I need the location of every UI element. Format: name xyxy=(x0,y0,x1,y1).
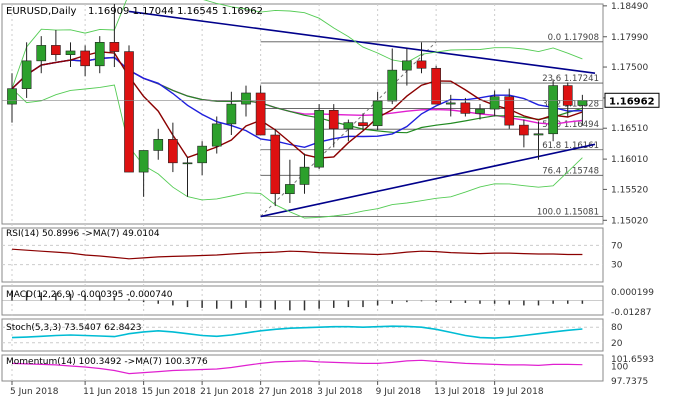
rsi-line xyxy=(11,248,583,260)
price-axis-label: 1.18490 xyxy=(611,2,648,12)
candle-body xyxy=(241,92,251,105)
price-axis-label: 1.15520 xyxy=(611,185,648,195)
fib-level-label: 0.0 1.17908 xyxy=(548,33,599,43)
candle-body xyxy=(548,85,558,135)
candle-body xyxy=(168,139,178,164)
indicator-axis-label: 70 xyxy=(611,241,623,251)
candle-body xyxy=(153,139,164,151)
candle-body xyxy=(182,162,193,165)
indicator-axis-label: -0.01287 xyxy=(611,308,651,318)
candle-body xyxy=(504,96,515,126)
candle-body xyxy=(124,51,134,173)
current-price-label: 1.16962 xyxy=(609,96,655,107)
indicator-panels xyxy=(2,244,603,375)
indicator-axis-label: 0.000199 xyxy=(611,288,654,298)
chart-header-symbol: EURUSD,Daily xyxy=(6,6,77,17)
indicator-axis-label: 20 xyxy=(611,339,623,349)
time-axis-label: 27 Jun 2018 xyxy=(259,387,313,397)
time-axis-label: 5 Jun 2018 xyxy=(10,387,59,397)
candle-body xyxy=(226,103,237,125)
candle-body xyxy=(7,88,17,105)
time-axis-label: 11 Jun 2018 xyxy=(83,387,137,397)
candle-body xyxy=(533,133,544,136)
time-axis-label: 15 Jun 2018 xyxy=(142,387,196,397)
candle-body xyxy=(577,100,588,106)
candle-body xyxy=(109,42,120,52)
candle-body xyxy=(519,124,529,136)
rsi-label: RSI(14) 50.8996 ->MA(7) 49.0104 xyxy=(6,229,160,239)
candle-body xyxy=(372,100,383,127)
candle-body xyxy=(358,122,368,127)
candle-body xyxy=(65,50,76,55)
candle-body xyxy=(475,108,485,114)
price-axis-label: 1.16010 xyxy=(611,155,648,165)
stoch-label: Stoch(5,3,3) 73.5407 62.8423 xyxy=(6,323,141,333)
eurusd-daily-chart: 0.0 1.1790823.6 1.1724138.2 1.1682850.0 … xyxy=(1,0,660,397)
fib-level-label: 23.6 1.17241 xyxy=(542,74,599,84)
time-axis-label: 13 Jul 2018 xyxy=(434,387,485,397)
candle-body xyxy=(21,60,32,89)
candle-body xyxy=(94,42,105,67)
price-axis-label: 1.17500 xyxy=(611,63,648,73)
lower-trend-line xyxy=(260,143,596,218)
fib-level-label: 100.0 1.15081 xyxy=(537,208,599,218)
candle-body xyxy=(489,96,500,110)
price-axis-label: 1.17990 xyxy=(611,33,648,43)
indicator-axis-label: 100 xyxy=(611,362,628,372)
chart-header-ohlc: 1.16909 1.17044 1.16545 1.16962 xyxy=(88,6,263,17)
candle-body xyxy=(80,50,90,67)
macd-label: MACD(12,26,9) -0.000395 -0.000740 xyxy=(6,290,173,300)
indicator-axis-label: 30 xyxy=(611,261,623,271)
time-axis-label: 19 Jul 2018 xyxy=(493,387,544,397)
momentum-label: Momentum(14) 100.3492 ->MA(7) 100.3776 xyxy=(6,357,208,367)
candle-body xyxy=(138,150,149,173)
candle-body xyxy=(36,45,47,62)
candle-body xyxy=(387,69,398,102)
candle-body xyxy=(416,60,427,69)
candle-body xyxy=(299,166,310,185)
price-axis-label: 1.16510 xyxy=(611,124,648,134)
indicator-axis-label: 97.7375 xyxy=(611,377,648,387)
candle-body xyxy=(51,45,61,55)
candle-body xyxy=(211,123,222,147)
candle-body xyxy=(445,102,456,105)
candle-body xyxy=(270,134,281,195)
time-axis-label: 9 Jul 2018 xyxy=(376,387,421,397)
indicator-axis-label: 80 xyxy=(611,323,623,333)
upper-trend-line xyxy=(128,10,596,75)
candle-body xyxy=(562,85,573,106)
fib-level-label: 76.4 1.15748 xyxy=(542,166,599,176)
candle-body xyxy=(255,92,266,136)
candle-body xyxy=(431,67,441,105)
candle-body xyxy=(402,60,412,71)
price-axis-label: 1.15020 xyxy=(611,216,648,226)
time-axis-label: 3 Jul 2018 xyxy=(317,387,362,397)
candle-body xyxy=(197,145,207,164)
candle-body xyxy=(343,122,354,130)
candle-body xyxy=(460,102,471,114)
candle-body xyxy=(285,184,295,195)
candle-body xyxy=(314,109,324,168)
candle-body xyxy=(328,109,339,130)
moving-average-magenta xyxy=(11,56,583,126)
time-axis-label: 21 Jun 2018 xyxy=(200,387,254,397)
